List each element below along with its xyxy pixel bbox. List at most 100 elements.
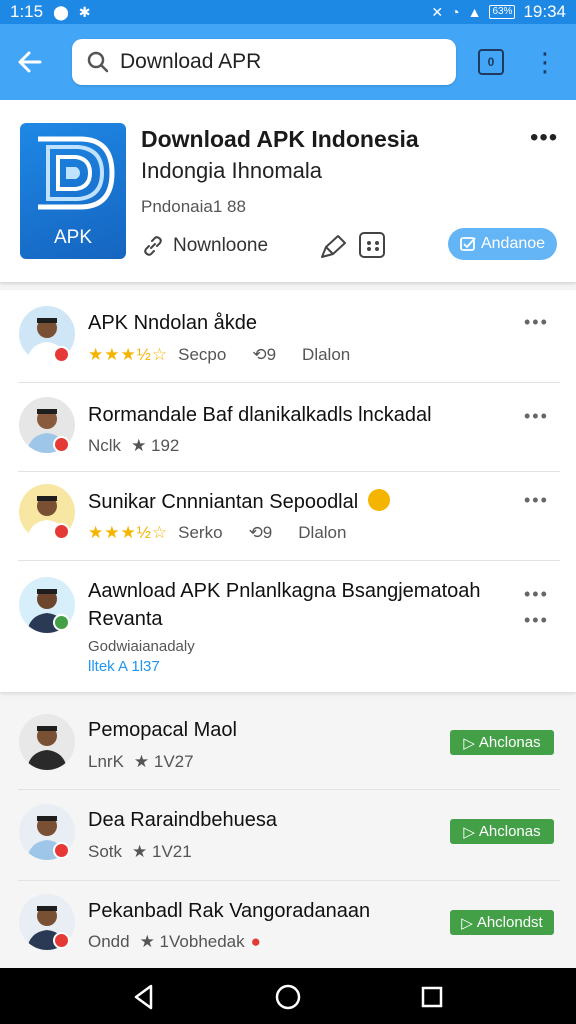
meta-label: ★ 1V27 (133, 752, 194, 771)
play-icon: ▷ (461, 914, 473, 932)
item-more-icon[interactable]: ••• (524, 610, 549, 631)
list-item-title-line2: Revanta (88, 608, 163, 630)
list-item-meta: LnrK ★ 1V27 (88, 752, 194, 772)
list-item-title[interactable]: Aawnload APK Pnlanlkagna Bsangjematoah (88, 580, 481, 603)
list-item-meta: Nclk ★ 192 (88, 436, 179, 456)
nav-back-icon[interactable] (129, 982, 159, 1012)
nav-recents-icon[interactable] (417, 982, 447, 1012)
list-item-title[interactable]: APK Nndolan åkde (88, 312, 257, 335)
back-button[interactable] (0, 24, 60, 100)
status-badge (53, 436, 70, 453)
list-item-meta: ★★★½☆ Secpo ⟲9 Dlalon (88, 345, 350, 365)
app-title: Download APK Indonesia (141, 126, 419, 152)
app-logo-icon (38, 136, 115, 210)
status-badge (53, 842, 70, 859)
emoji-icon (367, 489, 390, 511)
install-button[interactable]: ▷ Ahclonas (450, 819, 554, 844)
list-item-title[interactable]: Pekanbadl Rak Vangoradanaan (88, 900, 370, 923)
install-label: Ahclonas (478, 734, 541, 751)
search-icon (87, 51, 109, 73)
item-more-icon[interactable]: ••• (524, 406, 549, 427)
app-card: APK Download APK Indonesia Indongia Ihno… (0, 100, 576, 282)
avatar (19, 714, 75, 770)
divider (18, 471, 560, 472)
install-label: Ahclondst (476, 914, 543, 931)
download-link[interactable]: Nownloone (141, 234, 268, 258)
status-badge (53, 523, 70, 540)
search-bar[interactable] (72, 39, 456, 85)
item-more-icon[interactable]: ••• (524, 490, 549, 511)
divider (18, 880, 560, 881)
install-button[interactable]: Andanoe (448, 228, 557, 260)
meta-label: ⟲9 (248, 523, 273, 542)
status-badge (53, 932, 70, 949)
rating-stars: ★★★½☆ (88, 345, 169, 364)
check-box-icon (460, 237, 476, 251)
divider (18, 382, 560, 383)
list-item-title[interactable]: Dea Raraindbehuesa (88, 809, 277, 832)
list-item-title[interactable]: Sunikar Cnnniantan Sepoodlal (88, 489, 390, 514)
list-item-title[interactable]: Pemopacal Maol (88, 719, 237, 742)
meta-label: ★ 1Vobhedak (139, 932, 245, 951)
meta-label: Dlalon (298, 523, 347, 542)
meta-label: Sotk (88, 842, 123, 861)
mute-icon: ✕ (431, 3, 444, 20)
meta-label: Dlalon (302, 345, 351, 364)
list-item-meta: Ondd ★ 1Vobhedak ● (88, 932, 261, 952)
app-developer[interactable]: Indongia Ihnomala (141, 158, 322, 184)
install-label: Andanoe (480, 235, 546, 252)
list-item-meta: ★★★½☆ Serko ⟲9 Dlalon (88, 523, 346, 543)
rating-stars: ★★★½☆ (88, 523, 169, 542)
meta-label: LnrK (88, 752, 124, 771)
status-bar: 1:15 ⬤ ✱ ✕ ◔ ▲ 63% 19:34 (0, 0, 576, 24)
meta-label: Secpo (178, 345, 227, 364)
wifi-icon: ◔ (451, 4, 460, 20)
install-button[interactable]: ▷ Ahclonas (450, 730, 554, 755)
search-input[interactable] (120, 50, 420, 74)
app-icon-label: APK (53, 227, 93, 248)
list-item-title[interactable]: Rormandale Baf dlanikalkadls lnckadal (88, 404, 432, 427)
status-badge (53, 346, 70, 363)
divider (18, 789, 560, 790)
gear-icon: ✱ (78, 3, 91, 20)
meta-label: ⟲9 (252, 345, 277, 364)
item-more-icon[interactable]: ••• (524, 584, 549, 605)
list-item-meta: lltek A 1l37 (88, 658, 160, 675)
download-label: Nownloone (173, 235, 269, 256)
signal-icon: ▲ (467, 4, 482, 20)
tabs-button[interactable]: 0 (478, 49, 504, 75)
top-toolbar: 0 ⋮ (0, 24, 576, 100)
meta-label: Ondd (88, 932, 130, 951)
item-more-icon[interactable]: ••• (524, 312, 549, 333)
meta-label: ★ 1V21 (132, 842, 192, 861)
battery-icon: 63% (489, 5, 516, 19)
related-apps-list: APK Nndolan åkde ★★★½☆ Secpo ⟲9 Dlalon •… (0, 290, 576, 692)
list-item-meta: Godwiaianadaly (88, 638, 195, 655)
meta-label: Serko (178, 523, 223, 542)
overflow-menu-icon[interactable]: ⋮ (532, 49, 558, 75)
nav-home-icon[interactable] (273, 982, 303, 1012)
meta-label: ★ 192 (131, 436, 180, 455)
person-icon (27, 726, 67, 770)
pen-icon[interactable] (318, 233, 348, 261)
clock: 19:34 (523, 2, 566, 21)
install-label: Ahclonas (478, 823, 541, 840)
status-time: 1:15 (10, 2, 44, 21)
list-item-title-text: Sunikar Cnnniantan Sepoodlal (88, 491, 359, 513)
dice-icon[interactable] (359, 232, 385, 258)
meta-label: lltek A 1l37 (88, 658, 160, 675)
meta-label: Godwiaianadaly (88, 638, 195, 655)
list-item-meta: Sotk ★ 1V21 (88, 842, 192, 862)
meta-label: Nclk (88, 436, 122, 455)
install-button[interactable]: ▷ Ahclondst (450, 910, 554, 935)
app-meta: Pndonaia1 88 (141, 197, 246, 216)
tabs-count: 0 (487, 55, 495, 69)
heart-icon: ● (250, 932, 261, 951)
link-icon (144, 236, 162, 256)
featured-apps-list: Pemopacal Maol LnrK ★ 1V27 ▷ Ahclonas De… (0, 700, 576, 968)
app-icon[interactable]: APK (20, 123, 126, 259)
play-icon: ▷ (463, 823, 475, 841)
system-nav-bar (0, 968, 576, 1024)
more-options-icon[interactable]: ••• (530, 124, 558, 152)
arrow-left-icon (18, 51, 42, 73)
